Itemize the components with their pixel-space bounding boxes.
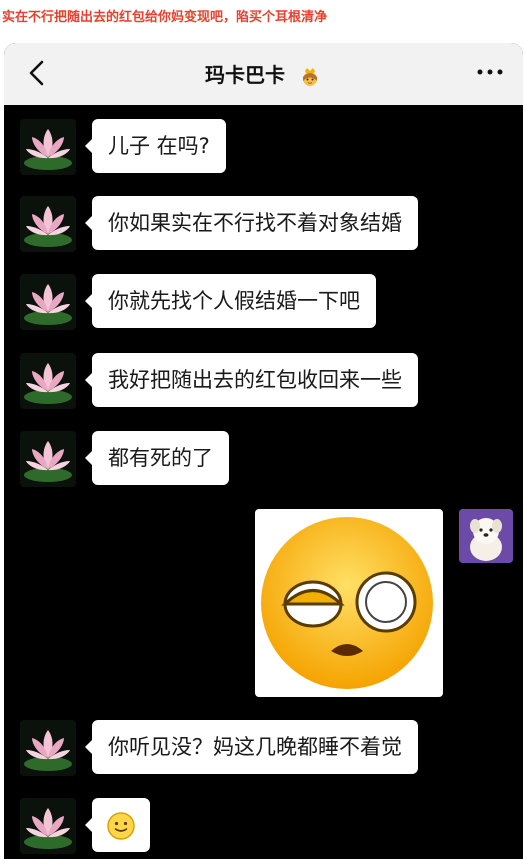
message-bubble[interactable]: 你就先找个人假结婚一下吧 (85, 274, 376, 328)
lotus-icon (20, 274, 76, 330)
lotus-icon (20, 353, 76, 409)
chat-window: 玛卡巴卡 儿子 在吗? 你如果实在不行找不着对象结婚 你就先找个人假结婚一下吧 … (4, 43, 523, 859)
puppy-icon (459, 509, 513, 563)
message-bubble[interactable]: 你听见没？妈这几晚都睡不着觉 (85, 720, 418, 774)
contact-avatar[interactable] (20, 274, 76, 330)
chat-title: 玛卡巴卡 (205, 63, 286, 87)
contact-avatar[interactable] (20, 196, 76, 252)
message-bubble[interactable]: 儿子 在吗? (85, 119, 226, 173)
contact-avatar[interactable] (20, 720, 76, 776)
contact-avatar[interactable] (20, 431, 76, 487)
contact-avatar[interactable] (20, 353, 76, 409)
chat-header: 玛卡巴卡 (4, 43, 523, 105)
more-dots-icon[interactable] (475, 61, 505, 83)
lotus-icon (20, 431, 76, 487)
princess-icon (302, 67, 317, 86)
message-bubble[interactable]: 都有死的了 (85, 431, 229, 485)
post-caption: 实在不行把随出去的红包给你妈变现吧，陷买个耳根清净 (2, 10, 328, 25)
contact-avatar[interactable] (20, 119, 76, 175)
lotus-icon (20, 798, 76, 854)
message-bubble[interactable]: 你如果实在不行找不着对象结婚 (85, 196, 418, 250)
message-bubble[interactable] (85, 798, 150, 852)
chat-title-wrap: 玛卡巴卡 (4, 59, 523, 89)
lotus-icon (20, 720, 76, 776)
lotus-icon (20, 196, 76, 252)
message-bubble[interactable]: 我好把随出去的红包收回来一些 (85, 353, 418, 407)
lotus-icon (20, 119, 76, 175)
my-avatar[interactable] (459, 509, 513, 563)
shocked-face-sticker (261, 517, 433, 689)
smile-emoji-icon (107, 812, 135, 840)
sticker-message[interactable] (255, 509, 443, 697)
contact-avatar[interactable] (20, 798, 76, 854)
